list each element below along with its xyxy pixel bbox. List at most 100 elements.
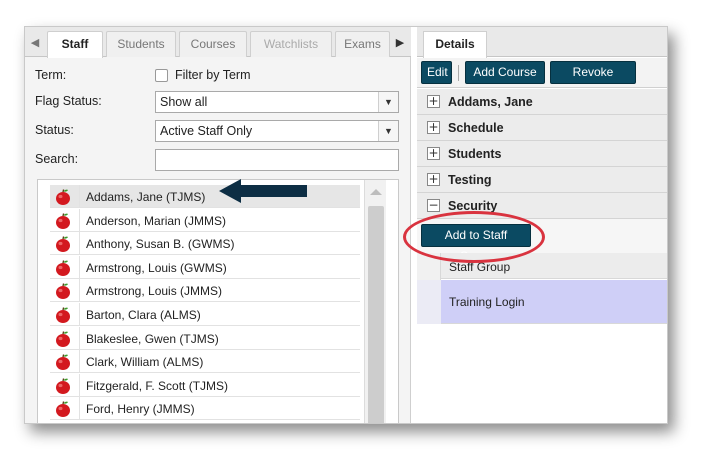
pointer-arrow-icon bbox=[219, 179, 307, 203]
tab-students[interactable]: Students bbox=[106, 31, 176, 57]
tab-watchlists[interactable]: Watchlists bbox=[250, 31, 332, 57]
term-label: Term: bbox=[35, 68, 67, 82]
status-label: Status: bbox=[35, 123, 74, 137]
security-toolbar: Add to Staff Group bbox=[417, 219, 667, 263]
details-toolbar: Edit Add Course Revoke Claim bbox=[417, 58, 667, 100]
search-label: Search: bbox=[35, 152, 79, 166]
chevron-down-icon[interactable]: ▼ bbox=[378, 121, 398, 141]
staff-name: Armstrong, Louis (JMMS) bbox=[86, 284, 223, 299]
tab-courses[interactable]: Courses bbox=[179, 31, 247, 57]
apple-icon bbox=[56, 189, 70, 205]
staff-name: Addams, Jane (TJMS) bbox=[86, 190, 206, 204]
tab-scroll-left-icon[interactable]: ◀ bbox=[27, 32, 43, 54]
staff-list: Addams, Jane (TJMS) Anderson, Marian (JMM… bbox=[37, 179, 399, 423]
add-course-button[interactable]: Add Course bbox=[465, 61, 545, 84]
row-divider bbox=[79, 303, 80, 326]
revoke-claim-button[interactable]: Revoke Claim bbox=[550, 61, 636, 100]
apple-icon bbox=[56, 236, 70, 253]
collapse-icon[interactable]: − bbox=[427, 199, 440, 212]
column-header: Staff Group bbox=[449, 260, 511, 274]
scroll-thumb[interactable] bbox=[368, 206, 384, 423]
list-item[interactable]: Clark, William (ALMS) bbox=[50, 350, 360, 374]
section-person[interactable]: + Addams, Jane bbox=[417, 89, 667, 115]
row-divider bbox=[79, 326, 80, 350]
status-value: Active Staff Only bbox=[160, 124, 253, 138]
flag-status-label: Flag Status: bbox=[35, 94, 102, 108]
apple-icon bbox=[56, 330, 70, 347]
apple-icon bbox=[56, 260, 70, 276]
expand-icon[interactable]: + bbox=[427, 173, 440, 186]
list-item[interactable]: Barton, Clara (ALMS) bbox=[50, 303, 360, 326]
list-item[interactable]: Anthony, Susan B. (GWMS) bbox=[50, 232, 360, 256]
edit-button[interactable]: Edit bbox=[421, 61, 452, 84]
staff-name: Armstrong, Louis (GWMS) bbox=[86, 260, 227, 275]
tab-details[interactable]: Details bbox=[423, 31, 487, 58]
section-title: Schedule bbox=[448, 121, 504, 135]
search-row: Search: bbox=[35, 149, 399, 171]
staff-name: Fitzgerald, F. Scott (TJMS) bbox=[86, 378, 229, 393]
section-title: Students bbox=[448, 147, 502, 161]
list-scrollbar[interactable] bbox=[364, 180, 386, 423]
row-divider bbox=[79, 185, 80, 208]
details-panel: Details Edit Add Course Revoke Claim + A… bbox=[417, 27, 667, 423]
expand-icon[interactable]: + bbox=[427, 147, 440, 160]
staff-name: Clark, William (ALMS) bbox=[86, 355, 204, 370]
list-item[interactable]: Addams, Jane (TJMS) bbox=[50, 185, 360, 208]
row-divider bbox=[79, 279, 80, 303]
toolbar-divider bbox=[458, 65, 459, 81]
left-tab-bar: ◀ Staff Students Courses Watchlists Exam… bbox=[25, 27, 411, 58]
list-item[interactable]: Blakeslee, Gwen (TJMS) bbox=[50, 326, 360, 350]
tab-exams[interactable]: Exams bbox=[335, 31, 390, 57]
staff-name: Anthony, Susan B. (GWMS) bbox=[86, 237, 235, 252]
right-tab-bar: Details bbox=[417, 27, 667, 58]
chevron-down-icon[interactable]: ▼ bbox=[378, 92, 398, 112]
section-testing[interactable]: + Testing bbox=[417, 167, 667, 193]
section-schedule[interactable]: + Schedule bbox=[417, 115, 667, 141]
list-item[interactable]: Fitzgerald, F. Scott (TJMS) bbox=[50, 373, 360, 397]
staff-panel: ◀ Staff Students Courses Watchlists Exam… bbox=[25, 27, 411, 423]
row-divider bbox=[79, 232, 80, 256]
flag-status-value: Show all bbox=[160, 95, 208, 109]
apple-icon bbox=[56, 354, 70, 371]
filter-by-term-label: Filter by Term bbox=[175, 68, 251, 82]
scroll-up-icon[interactable] bbox=[370, 189, 382, 195]
section-title: Security bbox=[448, 199, 498, 213]
staff-group-cell: Training Login bbox=[449, 295, 525, 309]
flag-status-row: Flag Status: Show all ▼ bbox=[35, 91, 399, 113]
app-window: ◀ Staff Students Courses Watchlists Exam… bbox=[24, 26, 668, 424]
staff-name: Ford, Henry (JMMS) bbox=[86, 402, 195, 417]
row-divider bbox=[79, 397, 80, 421]
tab-staff[interactable]: Staff bbox=[47, 31, 103, 58]
term-row: Term: Filter by Term bbox=[35, 65, 399, 87]
section-title: Addams, Jane bbox=[448, 95, 533, 109]
status-select[interactable]: Active Staff Only ▼ bbox=[155, 120, 399, 142]
apple-icon bbox=[56, 378, 70, 394]
staff-name: Anderson, Marian (JMMS) bbox=[86, 213, 227, 228]
status-row: Status: Active Staff Only ▼ bbox=[35, 120, 399, 142]
section-students[interactable]: + Students bbox=[417, 141, 667, 167]
row-divider bbox=[79, 255, 80, 279]
row-selector[interactable] bbox=[417, 280, 441, 324]
expand-icon[interactable]: + bbox=[427, 95, 440, 108]
list-item[interactable]: Armstrong, Louis (GWMS) bbox=[50, 255, 360, 279]
staff-group-header[interactable]: Staff Group bbox=[441, 253, 667, 279]
flag-status-select[interactable]: Show all ▼ bbox=[155, 91, 399, 113]
expand-icon[interactable]: + bbox=[427, 121, 440, 134]
search-input[interactable] bbox=[155, 149, 399, 171]
tab-scroll-right-icon[interactable]: ▶ bbox=[392, 32, 408, 54]
section-title: Testing bbox=[448, 173, 492, 187]
add-to-staff-group-button[interactable]: Add to Staff Group bbox=[421, 224, 531, 263]
section-security[interactable]: − Security bbox=[417, 193, 667, 219]
table-row[interactable]: Training Login bbox=[441, 280, 667, 324]
apple-icon bbox=[56, 212, 70, 229]
filter-by-term-checkbox[interactable] bbox=[155, 69, 168, 82]
row-divider bbox=[79, 208, 80, 232]
list-item[interactable]: Armstrong, Louis (JMMS) bbox=[50, 279, 360, 303]
apple-icon bbox=[56, 283, 70, 300]
apple-icon bbox=[56, 401, 70, 418]
list-item[interactable]: Ford, Henry (JMMS) bbox=[50, 397, 360, 421]
row-divider bbox=[79, 373, 80, 397]
apple-icon bbox=[56, 307, 70, 323]
staff-name: Blakeslee, Gwen (TJMS) bbox=[86, 331, 219, 346]
list-item[interactable]: Anderson, Marian (JMMS) bbox=[50, 208, 360, 232]
